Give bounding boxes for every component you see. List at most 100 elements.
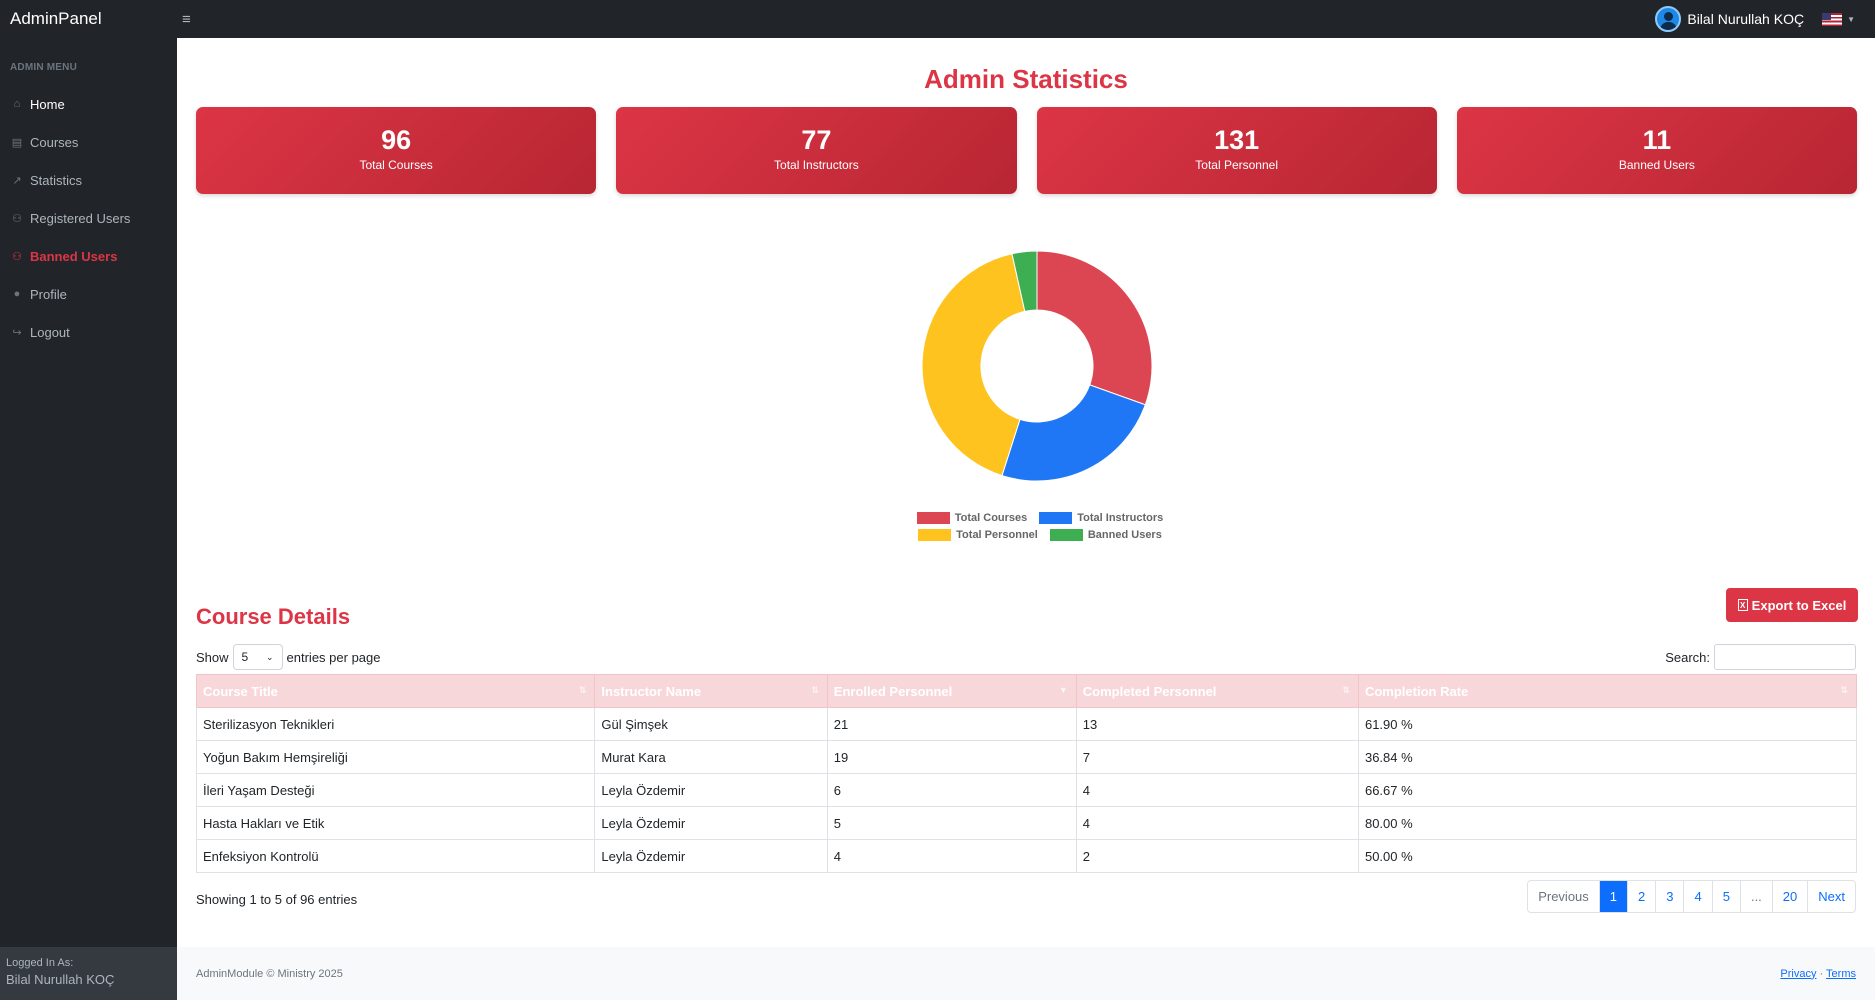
footer-links: Privacy · Terms: [1780, 968, 1856, 980]
legend-label: Total Courses: [954, 512, 1028, 524]
search-label: Search:: [1665, 649, 1710, 665]
column-header-enrolled-personnel[interactable]: Enrolled Personnel ▼: [826, 674, 1077, 708]
stat-value: 96: [381, 125, 412, 155]
cell-rate: 66.67 %: [1357, 773, 1858, 807]
entries-per-page: Show 5 ⌄ entries per page: [196, 644, 380, 670]
username[interactable]: Bilal Nurullah KOÇ: [1687, 11, 1804, 27]
sidebar-item-profile[interactable]: ● Profile: [0, 275, 177, 313]
sidebar: ADMIN MENU ⌂ Home ▤ Courses ↗ Statistics…: [0, 38, 177, 1000]
legend-item-total-instructors[interactable]: Total Instructors: [1039, 512, 1163, 524]
cell-instructor-name: Leyla Özdemir: [594, 773, 828, 807]
slice-total-courses[interactable]: [1036, 250, 1153, 406]
table-row: Enfeksiyon Kontrolü Leyla Özdemir 4 2 50…: [195, 839, 1858, 873]
cell-enrolled: 6: [826, 773, 1077, 807]
pagination-page-5[interactable]: 5: [1711, 881, 1740, 912]
cell-course-title: Sterilizasyon Teknikleri: [195, 707, 596, 741]
users-icon: ⚇: [12, 212, 22, 225]
course-details-table: Course Title ⇅ Instructor Name ⇅ Enrolled …: [195, 674, 1858, 873]
slice-total-personnel[interactable]: [921, 253, 1026, 477]
sidebar-toggle-icon[interactable]: ≡: [182, 11, 191, 28]
cell-course-title: İleri Yaşam Desteği: [195, 773, 596, 807]
cell-instructor-name: Leyla Özdemir: [594, 839, 828, 873]
chevron-down-icon: ⌄: [265, 651, 274, 662]
us-flag-icon[interactable]: [1822, 12, 1843, 26]
legend-swatch: [918, 529, 952, 541]
legend-item-banned-users[interactable]: Banned Users: [1049, 529, 1162, 541]
pagination-page-2[interactable]: 2: [1627, 881, 1655, 912]
pagination-page-20[interactable]: 20: [1771, 881, 1807, 912]
sort-icon: ⇅: [811, 685, 819, 695]
sidebar-item-banned-users[interactable]: ⚇ Banned Users: [0, 237, 177, 275]
sidebar-item-label: Logout: [30, 324, 70, 340]
cell-instructor-name: Gül Şimşek: [594, 707, 828, 741]
cell-enrolled: 19: [826, 740, 1077, 774]
cell-rate: 50.00 %: [1357, 839, 1858, 873]
column-header-completion-rate[interactable]: Completion Rate ⇅: [1357, 674, 1858, 708]
logged-in-label: Logged In As:: [6, 957, 74, 969]
cell-enrolled: 4: [826, 839, 1077, 873]
stat-cards: 96 Total Courses 77 Total Instructors 13…: [196, 107, 1857, 194]
table-header-row: Course Title ⇅ Instructor Name ⇅ Enrolled …: [195, 674, 1858, 708]
column-header-instructor-name[interactable]: Instructor Name ⇅: [594, 674, 828, 708]
pagination-page-3[interactable]: 3: [1655, 881, 1683, 912]
terms-link[interactable]: Terms: [1826, 968, 1856, 980]
sidebar-item-home[interactable]: ⌂ Home: [0, 85, 177, 123]
cell-rate: 80.00 %: [1357, 806, 1858, 840]
sort-icon: ⇅: [578, 685, 587, 695]
slice-total-instructors[interactable]: [1001, 384, 1146, 482]
caret-down-icon[interactable]: ▼: [1847, 15, 1855, 24]
show-label: Show: [196, 649, 229, 665]
entries-value: 5: [241, 650, 249, 664]
column-header-completed-personnel[interactable]: Completed Personnel ⇅: [1075, 674, 1359, 708]
sidebar-item-label: Banned Users: [30, 248, 118, 264]
sort-icon: ⇅: [1342, 685, 1350, 695]
sidebar-item-registered-users[interactable]: ⚇ Registered Users: [0, 199, 177, 237]
stat-value: 11: [1642, 125, 1672, 155]
legend-swatch: [916, 512, 950, 524]
table-row: Hasta Hakları ve Etik Leyla Özdemir 5 4 …: [195, 806, 1858, 840]
stat-label: Total Personnel: [1195, 157, 1278, 172]
user-menu[interactable]: Bilal Nurullah KOÇ ▼: [1655, 6, 1875, 32]
sort-icon: ▼: [1058, 685, 1068, 695]
stat-card-total-courses: 96 Total Courses: [196, 107, 597, 194]
avatar[interactable]: [1655, 6, 1682, 32]
cell-completed: 4: [1075, 806, 1359, 840]
export-to-excel-button[interactable]: X Export to Excel: [1726, 588, 1858, 622]
brand-logo[interactable]: AdminPanel: [0, 9, 178, 29]
entries-select[interactable]: 5 ⌄: [232, 644, 283, 670]
sidebar-item-label: Home: [30, 96, 65, 112]
sidebar-item-label: Profile: [30, 286, 67, 302]
legend-item-total-courses[interactable]: Total Courses: [916, 512, 1028, 524]
sidebar-item-statistics[interactable]: ↗ Statistics: [0, 161, 177, 199]
column-header-course-title[interactable]: Course Title ⇅: [195, 674, 596, 708]
chart-line-icon: ↗: [12, 174, 22, 187]
sidebar-item-logout[interactable]: ↪ Logout: [0, 313, 177, 351]
cell-course-title: Hasta Hakları ve Etik: [195, 806, 596, 840]
legend-item-total-personnel[interactable]: Total Personnel: [918, 529, 1038, 541]
pagination-next[interactable]: Next: [1807, 881, 1855, 912]
sidebar-item-label: Courses: [30, 134, 79, 150]
pagination-ellipsis: ...: [1739, 881, 1772, 912]
stat-label: Total Courses: [359, 157, 433, 172]
footer-copyright: AdminModule © Ministry 2025: [196, 967, 343, 980]
top-navbar: AdminPanel ≡ Bilal Nurullah KOÇ ▼: [0, 0, 1875, 38]
pagination-previous[interactable]: Previous: [1528, 881, 1599, 912]
page-footer: AdminModule © Ministry 2025 Privacy · Te…: [177, 947, 1875, 1000]
privacy-link[interactable]: Privacy: [1780, 968, 1816, 980]
sidebar-item-courses[interactable]: ▤ Courses: [0, 123, 177, 161]
showing-entries-text: Showing 1 to 5 of 96 entries: [196, 892, 358, 907]
file-excel-icon: X: [1737, 599, 1748, 611]
book-icon: ▤: [11, 136, 23, 149]
sidebar-item-label: Registered Users: [30, 210, 131, 226]
search-input[interactable]: [1714, 644, 1856, 670]
cell-enrolled: 21: [826, 707, 1077, 741]
doughnut-chart-svg: [921, 250, 1153, 482]
legend-label: Total Instructors: [1077, 512, 1164, 524]
chart-legend: Total Courses Total Instructors Total Pe…: [905, 512, 1175, 546]
table-row: Sterilizasyon Teknikleri Gül Şimşek 21 1…: [195, 707, 1858, 741]
cell-instructor-name: Leyla Özdemir: [594, 806, 828, 840]
sidebar-heading: ADMIN MENU: [10, 62, 77, 73]
pagination-page-4[interactable]: 4: [1683, 881, 1711, 912]
legend-swatch: [1049, 529, 1083, 541]
pagination-page-1[interactable]: 1: [1598, 881, 1628, 912]
